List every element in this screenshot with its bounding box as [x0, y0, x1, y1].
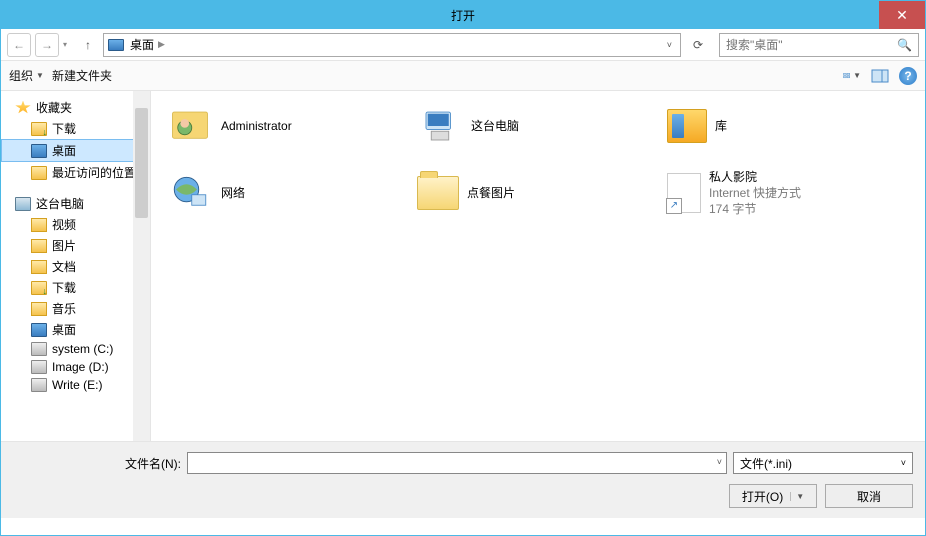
filename-combobox[interactable]: ˅	[187, 452, 727, 474]
address-bar[interactable]: 桌面 ▶ ˅	[103, 33, 681, 57]
drive-icon	[31, 360, 47, 374]
filetype-filter[interactable]: 文件(*.ini) ˅	[733, 452, 913, 474]
tree-videos[interactable]: 视频	[1, 214, 150, 235]
item-type: Internet 快捷方式	[709, 185, 801, 201]
history-dropdown[interactable]: ▾	[63, 40, 73, 49]
item-label: 网络	[221, 185, 245, 201]
music-icon	[31, 302, 47, 316]
item-administrator[interactable]: Administrator	[161, 101, 411, 151]
toolbar: 组织 ▼ 新建文件夹 ▼ ?	[1, 61, 925, 91]
search-input[interactable]	[726, 38, 897, 52]
navigation-pane: 收藏夹 下载 桌面 最近访问的位置 这台电脑 视频 图片 文档 下载 音乐 桌面…	[1, 91, 151, 441]
desktop-icon	[31, 323, 47, 337]
address-dropdown-icon[interactable]: ˅	[663, 40, 676, 50]
item-size: 174 字节	[709, 201, 801, 217]
item-network[interactable]: 网络	[161, 165, 411, 222]
libraries-icon	[667, 109, 707, 143]
downloads-icon	[31, 281, 47, 295]
tree-drive-d[interactable]: Image (D:)	[1, 358, 150, 376]
new-folder-button[interactable]: 新建文件夹	[52, 67, 112, 84]
computer-icon	[417, 105, 463, 147]
chevron-down-icon: ˅	[901, 458, 906, 468]
titlebar: 打开 ✕	[1, 1, 925, 29]
filter-label: 文件(*.ini)	[740, 455, 792, 472]
desktop-icon	[31, 144, 47, 158]
item-label: 这台电脑	[471, 118, 519, 134]
tree-documents[interactable]: 文档	[1, 256, 150, 277]
item-shortcut[interactable]: 私人影院 Internet 快捷方式 174 字节	[661, 165, 911, 222]
up-button[interactable]: ↑	[77, 34, 99, 56]
network-icon	[167, 172, 213, 214]
item-libraries[interactable]: 库	[661, 101, 911, 151]
open-button[interactable]: 打开(O) ▼	[729, 484, 817, 508]
search-icon[interactable]: 🔍	[897, 38, 912, 52]
user-folder-icon	[167, 105, 213, 147]
split-dropdown-icon[interactable]: ▼	[790, 492, 804, 501]
tree-desktop2[interactable]: 桌面	[1, 319, 150, 340]
new-folder-label: 新建文件夹	[52, 67, 112, 84]
item-label: 私人影院	[709, 169, 801, 185]
tree-desktop[interactable]: 桌面	[1, 139, 150, 162]
desktop-icon	[108, 39, 124, 51]
drive-icon	[31, 378, 47, 392]
chevron-down-icon: ▼	[36, 71, 44, 80]
breadcrumb-separator-icon[interactable]: ▶	[158, 39, 165, 50]
recent-icon	[31, 166, 47, 180]
pictures-icon	[31, 239, 47, 253]
tree-pictures[interactable]: 图片	[1, 235, 150, 256]
refresh-button[interactable]: ⟳	[687, 34, 709, 56]
tree-music[interactable]: 音乐	[1, 298, 150, 319]
folder-icon	[417, 176, 459, 210]
chevron-down-icon[interactable]: ˅	[717, 457, 722, 467]
scrollbar-thumb[interactable]	[135, 108, 148, 218]
item-this-pc[interactable]: 这台电脑	[411, 101, 661, 151]
filename-label: 文件名(N):	[13, 455, 181, 472]
documents-icon	[31, 260, 47, 274]
forward-button[interactable]: →	[35, 33, 59, 57]
search-box[interactable]: 🔍	[719, 33, 919, 57]
videos-icon	[31, 218, 47, 232]
open-label: 打开(O)	[742, 488, 783, 505]
tree-favorites[interactable]: 收藏夹	[1, 97, 150, 118]
window-title: 打开	[451, 7, 475, 24]
item-label: 库	[715, 118, 727, 134]
sidebar-scrollbar[interactable]	[133, 91, 150, 441]
shortcut-icon	[667, 173, 701, 213]
tree-recent[interactable]: 最近访问的位置	[1, 162, 150, 183]
tree-drive-c[interactable]: system (C:)	[1, 340, 150, 358]
cancel-button[interactable]: 取消	[825, 484, 913, 508]
item-label: 点餐图片	[467, 185, 515, 201]
preview-pane-button[interactable]	[871, 67, 889, 85]
help-button[interactable]: ?	[899, 67, 917, 85]
computer-icon	[15, 197, 31, 211]
tree-downloads2[interactable]: 下载	[1, 277, 150, 298]
tree-downloads[interactable]: 下载	[1, 118, 150, 139]
content-area: 收藏夹 下载 桌面 最近访问的位置 这台电脑 视频 图片 文档 下载 音乐 桌面…	[1, 91, 925, 441]
tree-drive-e[interactable]: Write (E:)	[1, 376, 150, 394]
organize-label: 组织	[9, 67, 33, 84]
organize-menu[interactable]: 组织 ▼	[9, 67, 44, 84]
star-icon	[15, 101, 31, 115]
navigation-bar: ← → ▾ ↑ 桌面 ▶ ˅ ⟳ 🔍	[1, 29, 925, 61]
close-button[interactable]: ✕	[879, 1, 925, 29]
back-button[interactable]: ←	[7, 33, 31, 57]
downloads-icon	[31, 122, 47, 136]
item-label: Administrator	[221, 118, 292, 134]
location-text: 桌面	[130, 36, 154, 53]
chevron-down-icon: ▼	[853, 71, 861, 80]
bottom-panel: 文件名(N): ˅ 文件(*.ini) ˅ 打开(O) ▼ 取消	[1, 441, 925, 518]
item-folder-diancan[interactable]: 点餐图片	[411, 165, 661, 222]
file-list: Administrator 这台电脑 库 网络 点餐图片 私人影院	[151, 91, 925, 441]
drive-icon	[31, 342, 47, 356]
view-options-button[interactable]: ▼	[843, 67, 861, 85]
tree-this-pc[interactable]: 这台电脑	[1, 193, 150, 214]
